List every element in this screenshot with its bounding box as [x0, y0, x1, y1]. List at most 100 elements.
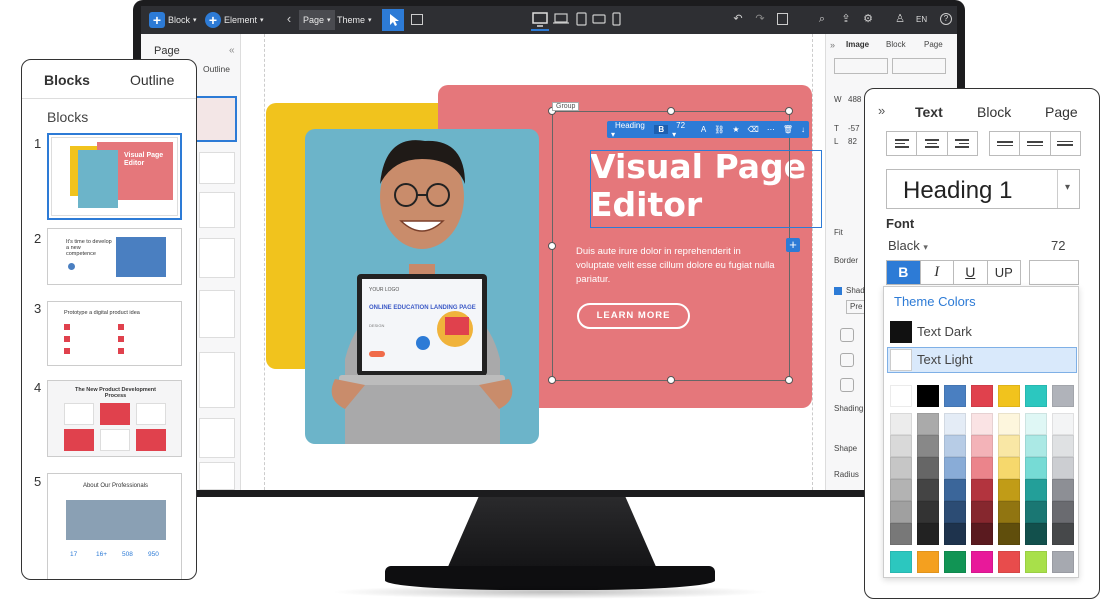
tab-block[interactable]: Block: [886, 40, 906, 49]
help-icon[interactable]: ?: [940, 13, 952, 25]
color-swatch[interactable]: [1025, 413, 1047, 435]
color-swatch[interactable]: [890, 413, 912, 435]
color-swatch[interactable]: [1025, 457, 1047, 479]
resize-handle[interactable]: [667, 107, 675, 115]
color-swatch[interactable]: [890, 457, 912, 479]
color-swatch[interactable]: [971, 501, 993, 523]
color-swatch[interactable]: [971, 435, 993, 457]
option-checkbox[interactable]: [840, 328, 854, 342]
color-swatch[interactable]: [917, 385, 939, 407]
color-swatch[interactable]: [944, 551, 966, 573]
color-swatch[interactable]: [1025, 523, 1047, 545]
color-swatch[interactable]: [1052, 385, 1074, 407]
color-swatch[interactable]: [890, 385, 912, 407]
color-swatch[interactable]: [944, 435, 966, 457]
link-icon[interactable]: ⛓: [710, 125, 728, 134]
color-swatch[interactable]: [1052, 551, 1074, 573]
resize-handle[interactable]: [548, 242, 556, 250]
add-block-button[interactable]: + Block ▾: [149, 10, 197, 30]
align-left-button[interactable]: [887, 132, 918, 155]
resize-handle[interactable]: [667, 376, 675, 384]
expand-icon[interactable]: »: [830, 40, 835, 50]
style-dropdown[interactable]: Heading ▾: [607, 121, 654, 139]
color-swatch[interactable]: [998, 523, 1020, 545]
tab-image[interactable]: Image: [846, 40, 869, 49]
color-swatch[interactable]: [944, 457, 966, 479]
page-thumb-selected[interactable]: [195, 96, 237, 142]
text-color-icon[interactable]: A: [697, 125, 710, 134]
color-swatch[interactable]: [998, 413, 1020, 435]
valign-group[interactable]: [892, 58, 946, 74]
block-thumb-2[interactable]: It's time to develop a new competence: [47, 228, 182, 285]
width-value[interactable]: 488: [848, 95, 861, 104]
color-swatch[interactable]: [917, 413, 939, 435]
color-swatch[interactable]: [944, 501, 966, 523]
color-swatch[interactable]: [890, 435, 912, 457]
redo-icon[interactable]: ↷: [753, 12, 767, 26]
color-swatch[interactable]: [1025, 551, 1047, 573]
add-element-icon[interactable]: +: [786, 238, 800, 252]
color-swatch[interactable]: [917, 479, 939, 501]
arrow-down-icon[interactable]: ↓: [797, 125, 809, 134]
page-panel-tab-outline[interactable]: Outline: [203, 64, 230, 74]
color-swatch[interactable]: [971, 385, 993, 407]
color-swatch[interactable]: [998, 457, 1020, 479]
color-swatch[interactable]: [890, 501, 912, 523]
theme-menu-button[interactable]: Theme ▾: [337, 10, 372, 30]
block-thumb-4[interactable]: The New Product Development Process: [47, 380, 182, 457]
gear-icon[interactable]: ⚙: [861, 12, 875, 26]
more-icon[interactable]: ⋯: [763, 125, 779, 134]
color-swatch[interactable]: [998, 385, 1020, 407]
hero-image[interactable]: YOUR LOGO ONLINE EDUCATION LANDING PAGE …: [305, 129, 539, 444]
align-center-button[interactable]: [917, 132, 948, 155]
text-color-input[interactable]: [1029, 260, 1079, 285]
valign-middle-button[interactable]: [1020, 132, 1051, 155]
color-swatch[interactable]: [944, 479, 966, 501]
page-thumb[interactable]: [199, 192, 235, 228]
resize-handle[interactable]: [785, 376, 793, 384]
trash-icon[interactable]: 🗑: [779, 125, 797, 134]
tab-outline[interactable]: Outline: [130, 72, 174, 88]
color-swatch[interactable]: [944, 385, 966, 407]
publish-icon[interactable]: ⇪: [839, 12, 853, 26]
save-icon[interactable]: [777, 13, 788, 25]
color-swatch[interactable]: [1052, 457, 1074, 479]
align-right-button[interactable]: [948, 132, 977, 155]
color-swatch[interactable]: [971, 523, 993, 545]
color-swatch[interactable]: [971, 479, 993, 501]
valign-bottom-button[interactable]: [1051, 132, 1080, 155]
back-icon[interactable]: ‹: [282, 12, 296, 26]
eraser-icon[interactable]: ⌫: [744, 125, 763, 134]
page-thumb[interactable]: [199, 352, 235, 408]
theme-color-text-dark[interactable]: Text Dark: [887, 319, 1077, 345]
top-value[interactable]: -57: [848, 124, 860, 133]
group-tag[interactable]: Group: [552, 102, 580, 111]
color-swatch[interactable]: [1025, 479, 1047, 501]
block-thumb-1[interactable]: Visual Page Editor: [47, 133, 182, 220]
page-menu-button[interactable]: Page ▾: [299, 10, 335, 30]
page-thumb[interactable]: [199, 152, 235, 184]
bold-button[interactable]: B: [654, 125, 669, 134]
color-swatch[interactable]: [971, 413, 993, 435]
color-swatch[interactable]: [917, 501, 939, 523]
resize-handle[interactable]: [548, 376, 556, 384]
tab-blocks[interactable]: Blocks: [44, 72, 90, 88]
color-swatch[interactable]: [890, 523, 912, 545]
add-element-button[interactable]: + Element ▾: [205, 10, 264, 30]
uppercase-button[interactable]: UP: [986, 261, 1021, 284]
star-icon[interactable]: ★: [728, 125, 743, 134]
align-group[interactable]: [834, 58, 888, 74]
bold-button[interactable]: B: [887, 261, 920, 284]
color-swatch[interactable]: [917, 457, 939, 479]
underline-button[interactable]: U: [953, 261, 987, 284]
color-swatch[interactable]: [998, 435, 1020, 457]
color-swatch[interactable]: [1052, 413, 1074, 435]
select-tool-button[interactable]: [382, 9, 404, 31]
expand-icon[interactable]: »: [878, 103, 885, 118]
color-swatch[interactable]: [1025, 435, 1047, 457]
page-thumb[interactable]: [199, 462, 235, 490]
color-swatch[interactable]: [998, 501, 1020, 523]
color-swatch[interactable]: [971, 457, 993, 479]
tab-text[interactable]: Text: [915, 104, 943, 120]
page-thumb[interactable]: [199, 238, 235, 278]
